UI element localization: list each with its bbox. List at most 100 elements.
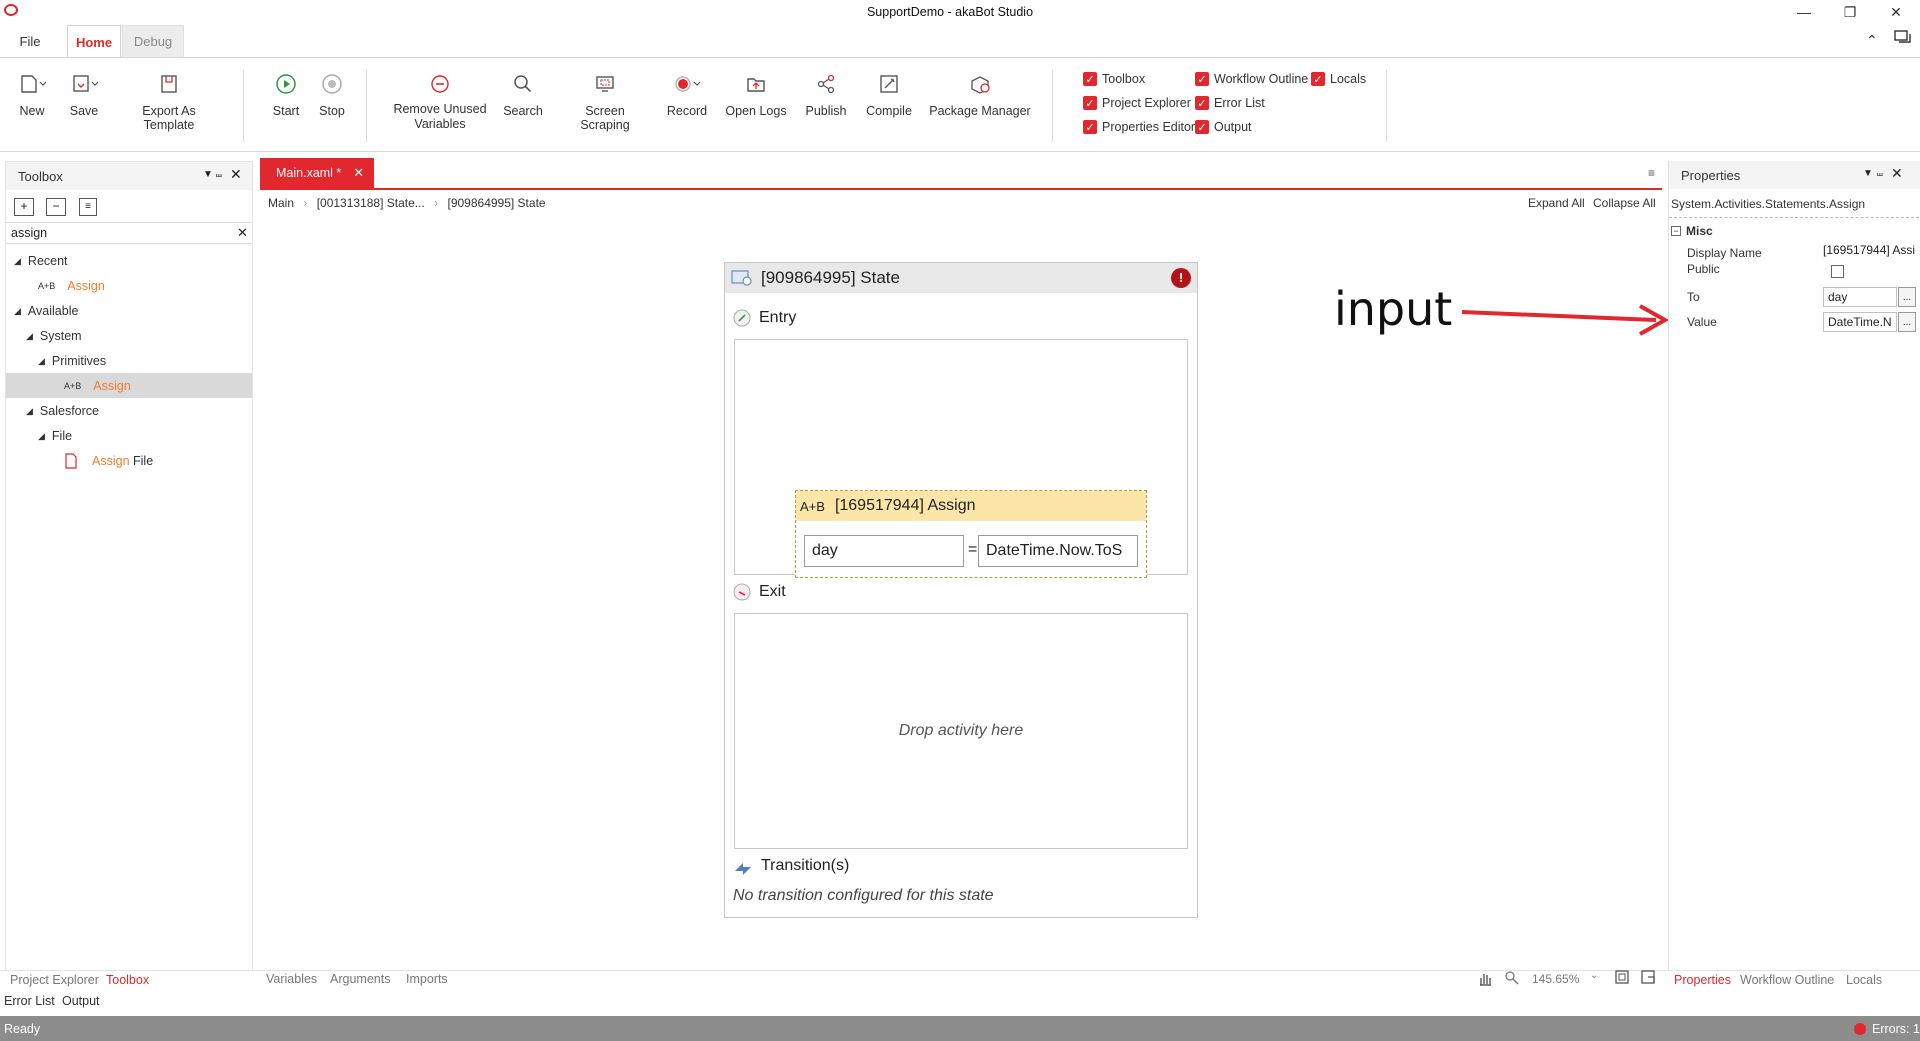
panel-menu-icon[interactable]: ▼ — [203, 169, 213, 180]
pin-icon[interactable]: ⧢ — [216, 168, 222, 181]
pan-hand-icon[interactable] — [1476, 970, 1494, 988]
bottom-tab-variables[interactable]: Variables — [266, 972, 317, 986]
project-explorer-checkbox[interactable]: ✓ Project Explorer — [1083, 94, 1191, 112]
state-activity[interactable]: [909864995] State ! Entry A+B [169517944… — [724, 262, 1198, 918]
stop-button[interactable]: Stop — [316, 68, 348, 148]
breadcrumb-chevron-icon: › — [434, 196, 439, 210]
state-icon — [731, 269, 753, 287]
public-checkbox[interactable] — [1831, 265, 1844, 278]
bottom-tab-error-list[interactable]: Error List — [4, 994, 55, 1008]
compile-button[interactable]: Compile — [864, 68, 914, 148]
package-manager-button[interactable]: Package Manager — [928, 68, 1032, 148]
collapse-category-icon[interactable]: − — [1671, 226, 1681, 236]
tree-assign-file[interactable]: Assign File — [64, 450, 153, 472]
error-icon[interactable]: ! — [1171, 268, 1191, 288]
tab-debug[interactable]: Debug — [122, 25, 184, 58]
tab-main-xaml[interactable]: Main.xaml * ✕ — [260, 158, 374, 188]
output-checkbox[interactable]: ✓ Output — [1195, 118, 1252, 136]
package-manager-icon — [968, 68, 992, 100]
menu-file[interactable]: File — [8, 25, 52, 58]
list-view-icon[interactable]: ≡ — [79, 198, 97, 216]
pin-icon[interactable]: ⧢ — [1877, 167, 1883, 180]
bottom-tab-project-explorer[interactable]: Project Explorer — [10, 973, 99, 987]
breadcrumb-state-parent[interactable]: [001313188] State... — [317, 196, 425, 210]
assign-activity[interactable]: A+B [169517944] Assign day = DateTime.No… — [795, 490, 1147, 578]
tree-file[interactable]: ◢ File — [38, 425, 72, 447]
tree-primitives-assign[interactable]: A+B Assign — [64, 375, 131, 397]
close-window-icon[interactable]: ✕ — [1874, 0, 1918, 24]
export-template-button[interactable]: Export As Template — [116, 68, 222, 148]
tree-available[interactable]: ◢ Available — [14, 300, 78, 322]
assign-icon: A+B — [38, 281, 56, 291]
display-name-value[interactable]: [169517944] Assi — [1823, 243, 1917, 257]
state-title: [909864995] State — [761, 268, 900, 287]
value-value-field[interactable]: DateTime.N — [1823, 312, 1897, 332]
search-button[interactable]: Search — [500, 68, 546, 148]
toolbox-search-field[interactable]: assign ✕ — [6, 222, 252, 244]
bottom-tab-output[interactable]: Output — [62, 994, 100, 1008]
collapse-all-icon[interactable]: − — [46, 198, 66, 216]
bottom-tab-locals[interactable]: Locals — [1846, 973, 1882, 987]
zoom-dropdown-icon[interactable]: ⌄ — [1590, 970, 1598, 981]
save-button[interactable]: Save — [66, 68, 102, 148]
clear-search-icon[interactable]: ✕ — [237, 225, 248, 241]
close-panel-icon[interactable]: ✕ — [1891, 165, 1903, 182]
bottom-tab-arguments[interactable]: Arguments — [330, 972, 390, 986]
tree-system[interactable]: ◢ System — [26, 325, 82, 347]
entry-drop-zone[interactable]: A+B [169517944] Assign day = DateTime.No… — [734, 339, 1188, 578]
feedback-icon[interactable] — [1894, 30, 1912, 46]
minimize-icon[interactable]: — — [1782, 0, 1826, 24]
to-expression-button[interactable]: ... — [1898, 287, 1916, 307]
expand-all-link[interactable]: Expand All — [1528, 196, 1585, 210]
close-tab-icon[interactable]: ✕ — [353, 165, 364, 181]
tree-recent-assign[interactable]: A+B Assign — [38, 275, 105, 297]
checkmark-icon: ✓ — [1083, 120, 1097, 134]
publish-button[interactable]: Publish — [802, 68, 850, 148]
breadcrumb-main[interactable]: Main — [268, 196, 294, 210]
checkmark-icon: ✓ — [1083, 72, 1097, 86]
new-button[interactable]: New — [14, 68, 50, 148]
panel-menu-icon[interactable]: ▼ — [1863, 168, 1873, 179]
tab-home[interactable]: Home — [67, 25, 121, 58]
assign-value-field[interactable]: DateTime.Now.ToS — [978, 535, 1138, 567]
collapse-ribbon-icon[interactable]: ⌃ — [1866, 32, 1878, 49]
bottom-tab-imports[interactable]: Imports — [406, 972, 448, 986]
bottom-tab-workflow-outline[interactable]: Workflow Outline — [1740, 973, 1834, 987]
open-logs-button[interactable]: Open Logs — [724, 68, 788, 148]
zoom-level[interactable]: 145.65% — [1532, 972, 1579, 986]
exit-drop-zone[interactable]: Drop activity here — [734, 613, 1188, 849]
remove-unused-variables-button[interactable]: Remove Unused Variables — [392, 68, 488, 148]
zoom-search-icon[interactable] — [1504, 970, 1520, 986]
record-button[interactable]: Record — [664, 68, 710, 148]
tab-overflow-icon[interactable]: ≡ — [1648, 166, 1655, 180]
close-panel-icon[interactable]: ✕ — [230, 166, 242, 183]
screen-scraping-button[interactable]: Screen Scraping — [560, 68, 650, 148]
collapse-all-link[interactable]: Collapse All — [1593, 196, 1656, 210]
status-errors[interactable]: Errors: 1 — [1872, 1022, 1920, 1036]
tree-primitives[interactable]: ◢ Primitives — [38, 350, 106, 372]
tree-recent[interactable]: ◢ Recent — [14, 250, 68, 272]
tree-recent-assign-label: Assign — [67, 279, 105, 293]
value-expression-button[interactable]: ... — [1898, 312, 1916, 332]
locals-checkbox[interactable]: ✓ Locals — [1311, 70, 1366, 88]
breadcrumb-state-current[interactable]: [909864995] State — [447, 196, 545, 210]
error-list-checkbox[interactable]: ✓ Error List — [1195, 94, 1265, 112]
tree-salesforce[interactable]: ◢ Salesforce — [26, 400, 99, 422]
fit-screen-icon[interactable] — [1614, 969, 1630, 985]
overview-map-icon[interactable] — [1640, 969, 1656, 985]
expand-all-icon[interactable]: + — [14, 198, 34, 216]
bottom-tab-toolbox[interactable]: Toolbox — [106, 973, 149, 987]
project-explorer-check-label: Project Explorer — [1102, 96, 1191, 110]
bottom-tab-properties[interactable]: Properties — [1674, 973, 1731, 987]
start-button[interactable]: Start — [270, 68, 302, 148]
assign-to-field[interactable]: day — [804, 535, 964, 567]
category-misc[interactable]: − Misc — [1671, 219, 1713, 243]
start-label: Start — [272, 104, 300, 118]
ribbon-separator — [1052, 70, 1053, 142]
save-label: Save — [69, 104, 99, 118]
to-value-field[interactable]: day — [1823, 287, 1897, 307]
restore-icon[interactable]: ❐ — [1828, 0, 1872, 24]
properties-editor-checkbox[interactable]: ✓ Properties Editor — [1083, 118, 1195, 136]
toolbox-checkbox[interactable]: ✓ Toolbox — [1083, 70, 1145, 88]
workflow-outline-checkbox[interactable]: ✓ Workflow Outline — [1195, 70, 1308, 88]
